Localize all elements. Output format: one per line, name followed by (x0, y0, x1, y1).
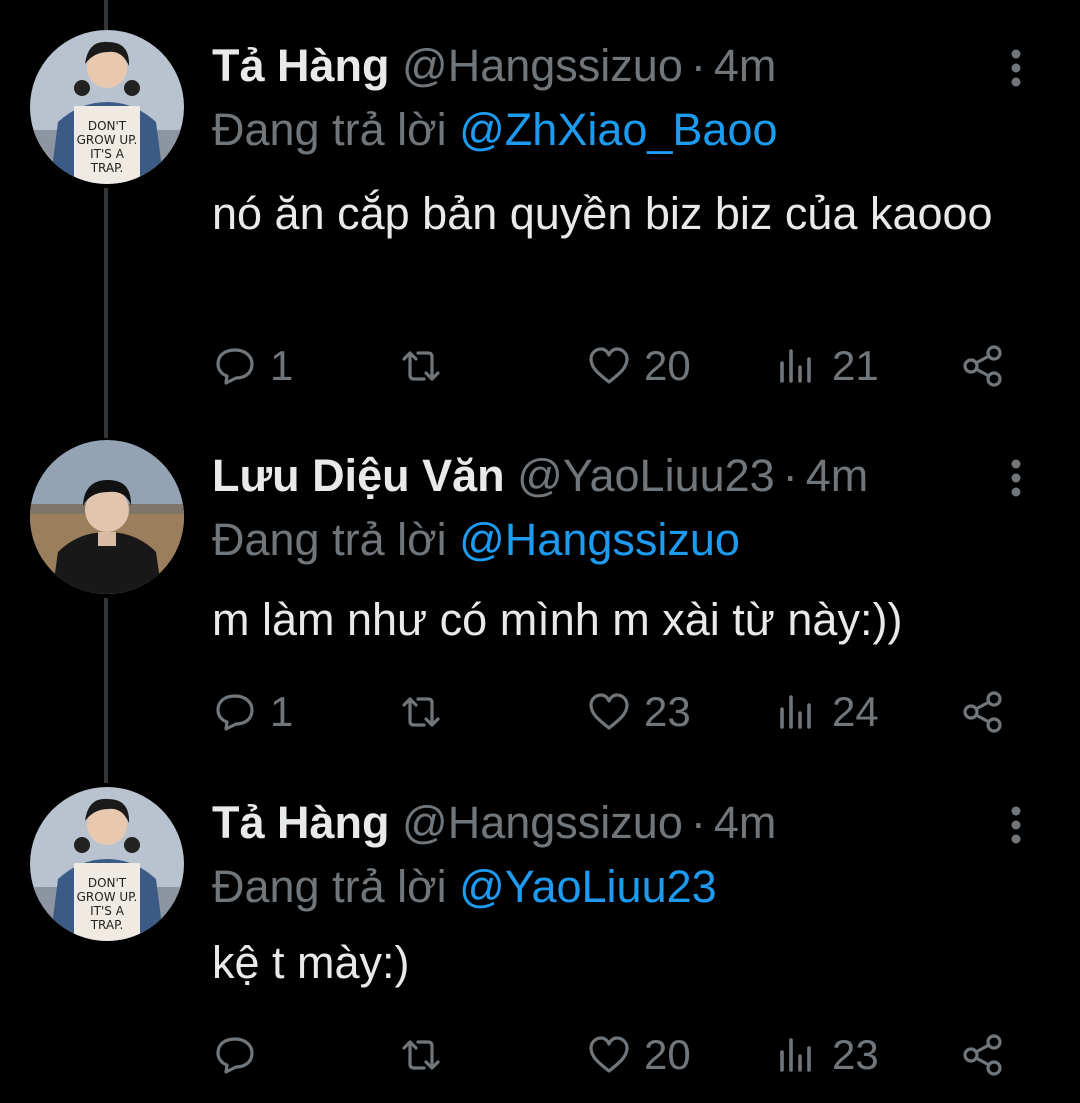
reply-icon (216, 1037, 254, 1074)
tweet-header: Tả Hàng @Hangssizuo · 4m (212, 38, 776, 94)
like-count: 20 (644, 342, 691, 389)
reply-count: 1 (270, 688, 294, 735)
tweet-text: kệ t mày:) (212, 937, 410, 988)
replying-to-label: Đang trả lời (212, 861, 447, 912)
like-count: 20 (644, 1031, 691, 1078)
tweet-actions: 1 23 24 (212, 682, 1012, 742)
share-icon (963, 345, 1002, 387)
like-button[interactable]: 20 (586, 1025, 691, 1085)
separator-dot: · (690, 797, 706, 848)
svg-text:DON'T: DON'T (88, 876, 127, 890)
reply-icon (216, 694, 254, 731)
svg-text:TRAP.: TRAP. (90, 161, 124, 175)
retweet-button[interactable] (398, 682, 456, 742)
share-icon (963, 691, 1002, 733)
heart-icon (589, 693, 629, 730)
retweet-icon (402, 697, 440, 727)
avatar[interactable]: DON'T GROW UP. IT'S A TRAP. (30, 30, 184, 184)
views-button[interactable]: 21 (774, 336, 879, 396)
views-button[interactable]: 24 (774, 682, 879, 742)
views-icon (780, 349, 811, 383)
replying-to-mention[interactable]: @ZhXiao_Baoo (459, 104, 777, 155)
views-count: 24 (832, 688, 879, 735)
views-icon (780, 695, 811, 729)
more-vertical-icon[interactable] (996, 805, 1036, 845)
views-button[interactable]: 23 (774, 1025, 879, 1085)
tweet-actions: 1 20 21 (212, 336, 1012, 396)
views-count: 21 (832, 342, 879, 389)
display-name[interactable]: Tả Hàng (212, 40, 390, 91)
svg-text:DON'T: DON'T (88, 119, 127, 133)
retweet-icon (402, 1040, 440, 1070)
user-handle[interactable]: @YaoLiuu23 (517, 450, 775, 501)
retweet-button[interactable] (398, 1025, 456, 1085)
like-button[interactable]: 20 (586, 336, 691, 396)
heart-icon (589, 1036, 629, 1073)
avatar[interactable] (30, 440, 184, 594)
tweet-header: Tả Hàng @Hangssizuo · 4m (212, 795, 776, 851)
share-button[interactable] (960, 682, 1006, 742)
svg-text:TRAP.: TRAP. (90, 918, 124, 932)
replying-to-mention[interactable]: @Hangssizuo (459, 514, 740, 565)
views-count: 23 (832, 1031, 879, 1078)
like-button[interactable]: 23 (586, 682, 691, 742)
reply-button[interactable]: 1 (212, 682, 293, 742)
user-handle[interactable]: @Hangssizuo (402, 797, 683, 848)
separator-dot: · (690, 40, 706, 91)
timestamp[interactable]: 4m (714, 40, 777, 91)
reply-count: 1 (270, 342, 294, 389)
tweet-header: Lưu Diệu Văn @YaoLiuu23 · 4m (212, 448, 868, 504)
timestamp[interactable]: 4m (806, 450, 869, 501)
reply-button[interactable]: 1 (212, 336, 293, 396)
separator-dot: · (782, 450, 798, 501)
tweet-text: nó ăn cắp bản quyền biz biz của kaooo (212, 188, 993, 239)
tweet-actions: 20 23 (212, 1025, 1012, 1085)
heart-icon (589, 347, 629, 384)
svg-text:IT'S A: IT'S A (90, 904, 125, 918)
replying-to-label: Đang trả lời (212, 104, 447, 155)
like-count: 23 (644, 688, 691, 735)
share-button[interactable] (960, 1025, 1006, 1085)
views-icon (780, 1038, 811, 1072)
share-icon (963, 1034, 1002, 1076)
svg-text:GROW UP.: GROW UP. (77, 133, 138, 147)
user-handle[interactable]: @Hangssizuo (402, 40, 683, 91)
tweet[interactable]: DON'T GROW UP. IT'S A TRAP. Tả Hàng @Han… (0, 757, 1080, 1102)
tweet-text: m làm như có mình m xài từ này:)) (212, 594, 903, 645)
display-name[interactable]: Tả Hàng (212, 797, 390, 848)
share-button[interactable] (960, 336, 1006, 396)
svg-text:GROW UP.: GROW UP. (77, 890, 138, 904)
replying-to: Đang trả lời @YaoLiuu23 (212, 859, 717, 915)
replying-to: Đang trả lời @ZhXiao_Baoo (212, 102, 778, 158)
reply-button[interactable] (212, 1025, 270, 1085)
tweet[interactable]: DON'T GROW UP. IT'S A TRAP. Tả Hàng @Han… (0, 0, 1080, 389)
retweet-icon (402, 351, 440, 381)
avatar[interactable]: DON'T GROW UP. IT'S A TRAP. (30, 787, 184, 941)
display-name[interactable]: Lưu Diệu Văn (212, 450, 505, 501)
retweet-button[interactable] (398, 336, 456, 396)
svg-text:IT'S A: IT'S A (90, 147, 125, 161)
timestamp[interactable]: 4m (714, 797, 777, 848)
reply-icon (216, 348, 254, 385)
replying-to-label: Đang trả lời (212, 514, 447, 565)
more-vertical-icon[interactable] (996, 48, 1036, 88)
replying-to-mention[interactable]: @YaoLiuu23 (459, 861, 717, 912)
more-vertical-icon[interactable] (996, 458, 1036, 498)
replying-to: Đang trả lời @Hangssizuo (212, 512, 740, 568)
tweet[interactable]: Lưu Diệu Văn @YaoLiuu23 · 4m Đang trả lời … (0, 410, 1080, 755)
